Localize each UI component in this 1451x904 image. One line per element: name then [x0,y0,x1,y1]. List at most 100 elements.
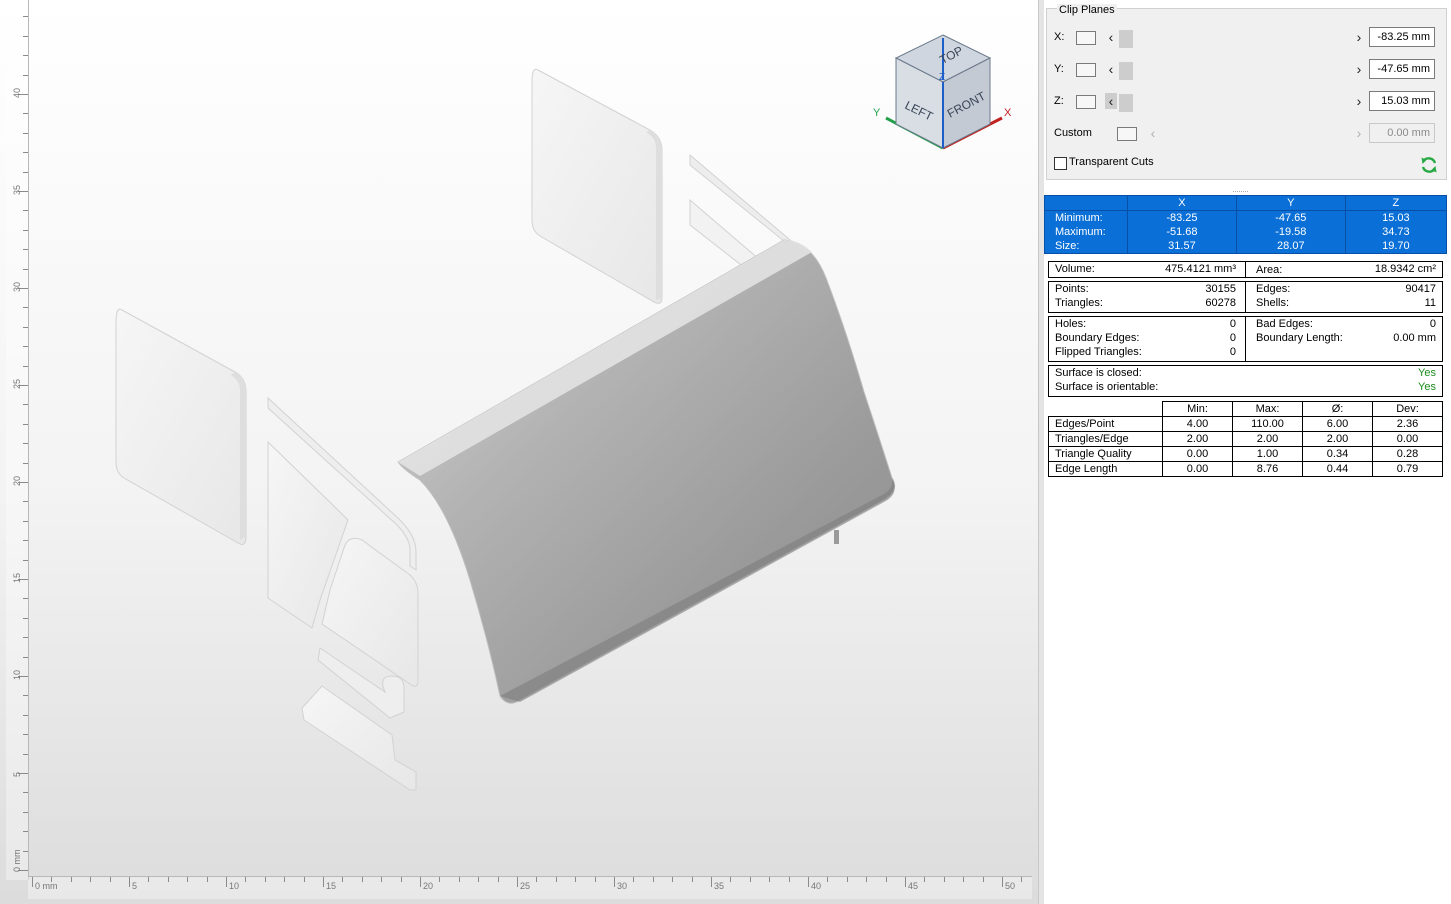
mesh-statistics-table: Min: Max: Ø: Dev: Edges/Point 4.00 110.0… [1048,401,1443,477]
boundary-length-value: 0.00 mm [1393,332,1436,344]
bbox-min-y: -47.65 [1235,210,1346,225]
triangles-value: 60278 [1205,297,1236,309]
stats-dev: 0.00 [1372,431,1443,447]
area-label: Area: [1256,264,1283,276]
clip-row-x: X: ‹ › [1047,27,1446,49]
measures-box: Volume: 475.4121 mm³ Area: 18.9342 cm² [1048,261,1443,278]
view-cube[interactable]: TOP LEFT FRONT Z Y X [868,30,1018,160]
stats-row-label: Edge Length [1048,461,1163,477]
bbox-max-y: -19.58 [1235,225,1346,239]
table-row: Edge Length 0.00 8.76 0.44 0.79 [1048,461,1443,477]
bbox-size-y: 28.07 [1235,239,1346,254]
clip-x-value-field[interactable] [1369,27,1435,47]
stats-max: 2.00 [1232,431,1303,447]
clip-z-value-field[interactable] [1369,91,1435,111]
clip-custom-value-field [1369,123,1435,143]
surface-closed-label: Surface is closed: [1055,367,1142,379]
clip-row-custom: Custom ‹ › [1047,123,1446,145]
slider-thumb[interactable] [1119,30,1133,48]
chevron-right-icon[interactable]: › [1353,29,1365,45]
boundary-length-label: Boundary Length: [1256,332,1343,344]
stats-row-label: Edges/Point [1048,416,1163,432]
stats-max: 8.76 [1232,461,1303,477]
bbox-corner [1044,195,1128,211]
holes-label: Holes: [1055,318,1087,330]
holes-value: 0 [1229,318,1236,330]
stats-max: 110.00 [1232,416,1303,432]
points-value: 30155 [1205,283,1236,295]
axis-x-label: X [1004,107,1012,119]
errors-box: Holes: 0 Boundary Edges: 0 Flipped Trian… [1048,316,1443,362]
stats-row-label: Triangles/Edge [1048,431,1163,447]
stats-avg: 2.00 [1302,431,1373,447]
clip-y-slider[interactable] [1119,62,1349,80]
edges-label: Edges: [1256,283,1291,295]
chevron-right-icon[interactable]: › [1353,61,1365,77]
transparent-cuts-label[interactable]: Transparent Cuts [1069,156,1154,168]
chevron-left-icon[interactable]: ‹ [1105,93,1117,109]
clip-planes-title: Clip Planes [1057,4,1117,16]
clip-x-color-swatch[interactable] [1076,31,1096,45]
stats-max: 1.00 [1232,446,1303,462]
transparent-cuts-checkbox[interactable] [1054,157,1067,170]
shells-label: Shells: [1256,297,1290,309]
stats-dev: 0.79 [1372,461,1443,477]
chevron-left-icon[interactable]: ‹ [1105,61,1117,77]
clip-z-slider[interactable] [1119,94,1349,112]
volume-label: Volume: [1055,263,1095,275]
column-divider [1245,282,1246,312]
clip-y-value-field[interactable] [1369,59,1435,79]
bbox-header-z: Z [1344,195,1447,211]
clip-z-color-swatch[interactable] [1076,95,1096,109]
chevron-left-icon: ‹ [1150,125,1156,141]
part-panel-top[interactable] [531,68,663,304]
stats-header-dev: Dev: [1372,401,1443,417]
stats-corner [1048,401,1163,417]
table-header-row: Min: Max: Ø: Dev: [1048,401,1443,417]
table-row: Triangle Quality 0.00 1.00 0.34 0.28 [1048,446,1443,462]
table-row: Edges/Point 4.00 110.00 6.00 2.36 [1048,416,1443,432]
stats-header-max: Max: [1232,401,1303,417]
clip-x-slider[interactable] [1119,30,1349,48]
stats-min: 2.00 [1162,431,1233,447]
bad-edges-label: Bad Edges: [1256,318,1313,330]
stats-dev: 2.36 [1372,416,1443,432]
table-row: Size: 31.57 28.07 19.70 [1045,239,1447,254]
table-row: Maximum: -51.68 -19.58 34.73 [1045,225,1447,239]
boundary-edges-label: Boundary Edges: [1055,332,1140,344]
clip-y-color-swatch[interactable] [1076,63,1096,77]
boundary-edges-value: 0 [1229,332,1236,344]
chevron-left-icon[interactable]: ‹ [1105,29,1117,45]
bbox-max-z: 34.73 [1344,225,1447,239]
stats-min: 4.00 [1162,416,1233,432]
bbox-min-x: -83.25 [1127,210,1237,225]
stats-dev: 0.28 [1372,446,1443,462]
chevron-right-icon[interactable]: › [1353,93,1365,109]
part-strips-left[interactable] [267,396,419,791]
clip-row-y: Y: ‹ › [1047,59,1446,81]
slider-thumb[interactable] [1119,94,1133,112]
bbox-row-label: Size: [1055,239,1080,252]
clip-planes-group: Clip Planes X: ‹ › Y: ‹ › Z: ‹ › Custo [1046,4,1447,180]
stats-avg: 6.00 [1302,416,1373,432]
part-panel-left[interactable] [115,308,247,545]
part-curved-shell[interactable] [397,239,896,704]
stats-min: 0.00 [1162,446,1233,462]
area-value: 18.9342 cm² [1374,263,1436,275]
bounding-box-table: X Y Z Minimum: -83.25 -47.65 15.03 Maxim… [1044,195,1447,254]
bbox-row-label: Minimum: [1055,211,1103,224]
triangles-label: Triangles: [1055,297,1103,309]
slider-thumb[interactable] [1119,62,1133,80]
bbox-min-z: 15.03 [1344,210,1447,225]
column-divider [1245,262,1246,277]
clip-custom-label: Custom [1054,127,1092,139]
surface-orientable-label: Surface is orientable: [1055,381,1159,393]
axis-z-label: Z [939,72,945,83]
refresh-icon[interactable] [1419,155,1439,175]
stats-header-avg: Ø: [1302,401,1373,417]
clip-custom-color-swatch[interactable] [1117,127,1137,141]
3d-viewport[interactable]: 40 35 30 25 20 15 10 5 0 mm 0 mm 5 10 15 20 25 30 35 40 4… [0,0,1038,904]
volume-value: 475.4121 mm³ [1165,263,1236,275]
clip-x-label: X: [1054,31,1065,43]
info-panel: Clip Planes X: ‹ › Y: ‹ › Z: ‹ › Custo [1044,0,1451,904]
